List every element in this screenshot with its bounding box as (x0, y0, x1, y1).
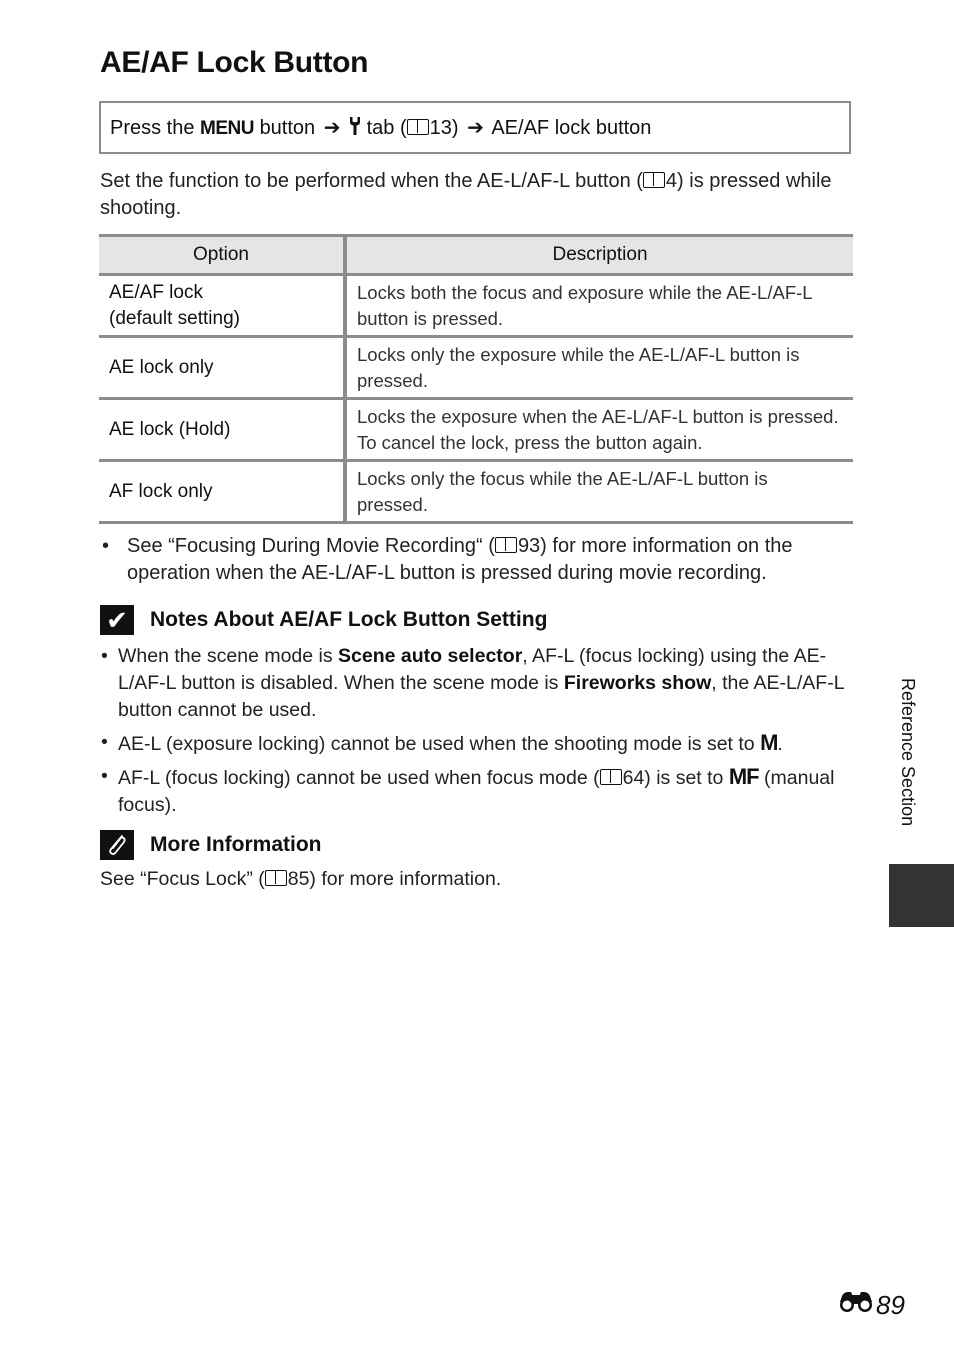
section-thumb-tab[interactable] (889, 864, 954, 927)
option-cell: AE lock (Hold) (99, 398, 347, 462)
section-side-label: Reference Section (898, 678, 918, 827)
list-item: When the scene mode is Scene auto select… (100, 643, 856, 724)
wrench-icon (349, 116, 361, 142)
movie-recording-note: • See “Focusing During Movie Recording“ … (100, 533, 860, 587)
manual-focus-icon: MF (728, 764, 760, 789)
menu-path-prefix: Press the (110, 117, 195, 139)
more-info-body: See “Focus Lock” ( (100, 868, 265, 890)
intro-paragraph: Set the function to be performed when th… (100, 168, 860, 222)
list-item: AE-L (exposure locking) cannot be used w… (100, 729, 856, 758)
table-row: AE/AF lock (default setting) Locks both t… (99, 274, 853, 338)
table-row: AE lock (Hold) Locks the exposure when t… (99, 398, 853, 462)
menu-path-destination: AE/AF lock button (491, 117, 652, 139)
note-ref-text[interactable]: 64) is set to (623, 767, 729, 789)
table-row: AE lock only Locks only the exposure whi… (99, 336, 853, 400)
note-text: AE-L (exposure locking) cannot be used w… (118, 733, 761, 755)
option-name: AE/AF lock (109, 281, 203, 303)
table-header-row: Option Description (99, 234, 853, 276)
notes-list: When the scene mode is Scene auto select… (100, 643, 856, 824)
arrow-right-icon: ➔ (323, 117, 341, 139)
option-cell: AE lock only (99, 336, 347, 400)
see-note-text: See “Focusing During Movie Recording“ ( (127, 535, 495, 557)
note-text: AF-L (focus locking) cannot be used when… (118, 767, 600, 789)
arrow-right-icon: ➔ (467, 117, 484, 139)
menu-path-tab-word: tab ( (366, 117, 407, 139)
table-row: AF lock only Locks only the focus while … (99, 460, 853, 524)
more-info-heading-text: More Information (150, 833, 322, 856)
more-info-heading: More Information (100, 830, 322, 860)
scene-mode-name: Fireworks show (563, 672, 712, 694)
more-info-ref-text[interactable]: 85) for more information. (288, 868, 502, 890)
binoculars-icon (838, 1290, 876, 1321)
check-icon: ✔ (100, 605, 134, 635)
menu-path-button-word: button (259, 117, 316, 139)
column-header-option: Option (99, 234, 347, 276)
manual-mode-icon: M (760, 730, 778, 755)
notes-heading: ✔ Notes About AE/AF Lock Button Setting (100, 605, 547, 635)
description-cell: Locks both the focus and exposure while … (345, 274, 853, 338)
menu-path-box: Press the MENU button ➔ tab ( 13) ➔ AE/AF… (99, 101, 851, 154)
book-reference-icon (494, 537, 517, 553)
option-cell: AF lock only (99, 460, 347, 524)
book-reference-icon (599, 769, 622, 785)
more-info-text: See “Focus Lock” ( 85) for more informati… (100, 868, 501, 891)
option-cell: AE/AF lock (default setting) (99, 274, 347, 338)
paperclip-icon (100, 830, 134, 860)
page-number-text: 89 (876, 1290, 905, 1320)
book-reference-icon (406, 119, 429, 135)
description-cell: Locks only the exposure while the AE-L/A… (345, 336, 853, 400)
book-reference-icon (264, 870, 287, 886)
book-reference-icon (642, 172, 665, 188)
options-table: Option Description AE/AF lock (default se… (99, 234, 853, 524)
description-cell: Locks only the focus while the AE-L/AF-L… (345, 460, 853, 524)
notes-heading-text: Notes About AE/AF Lock Button Setting (150, 608, 548, 631)
option-note: (default setting) (109, 307, 240, 329)
page-title: AE/AF Lock Button (100, 46, 369, 79)
note-text: . (777, 733, 783, 755)
scene-mode-name: Scene auto selector (338, 645, 523, 667)
description-cell: Locks the exposure when the AE-L/AF-L bu… (345, 398, 853, 462)
menu-path-tab-ref[interactable]: 13) (430, 117, 459, 139)
note-text: When the scene mode is (118, 645, 339, 667)
menu-button-symbol: MENU (200, 118, 254, 139)
intro-text: Set the function to be performed when th… (100, 170, 643, 192)
page-number: 89 (838, 1290, 905, 1321)
bullet: • (102, 535, 110, 557)
list-item: AF-L (focus locking) cannot be used when… (100, 763, 856, 819)
column-header-description: Description (345, 234, 853, 276)
